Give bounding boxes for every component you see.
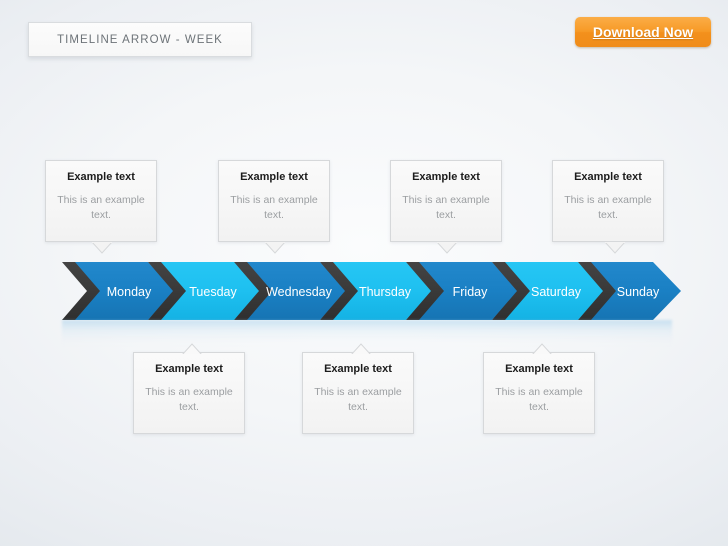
- callout-body: This is an example text.: [495, 386, 583, 413]
- callout-bottom-1[interactable]: Example text This is an example text.: [133, 343, 245, 434]
- callout-heading: Example text: [67, 171, 135, 183]
- callout-bottom-3[interactable]: Example text This is an example text.: [483, 343, 595, 434]
- callout-body: This is an example text.: [145, 386, 233, 413]
- download-now-button[interactable]: Download Now: [575, 17, 711, 47]
- callout-tail-down-icon: [435, 241, 459, 254]
- callout-top-4[interactable]: Example text This is an example text.: [552, 160, 664, 254]
- callout-tail-down-icon: [263, 241, 287, 254]
- callout-heading: Example text: [324, 363, 392, 375]
- slide-title-plate: TIMELINE ARROW - WEEK: [28, 22, 252, 57]
- day-label-saturday: Saturday: [531, 285, 582, 299]
- page-title: TIMELINE ARROW - WEEK: [57, 33, 223, 46]
- callout-heading: Example text: [574, 171, 642, 183]
- day-label-sunday: Sunday: [617, 285, 660, 299]
- callout-top-2[interactable]: Example text This is an example text.: [218, 160, 330, 254]
- callout-tail-up-icon: [530, 342, 554, 356]
- callout-heading: Example text: [412, 171, 480, 183]
- callout-heading: Example text: [155, 363, 223, 375]
- day-label-friday: Friday: [453, 285, 488, 299]
- callout-tail-up-icon: [180, 342, 204, 356]
- callout-heading: Example text: [240, 171, 308, 183]
- callout-top-1[interactable]: Example text This is an example text.: [45, 160, 157, 254]
- callout-tail-down-icon: [603, 241, 627, 254]
- callout-tail-down-icon: [90, 241, 114, 254]
- callout-tail-up-icon: [349, 342, 373, 356]
- day-label-tuesday: Tuesday: [189, 285, 237, 299]
- day-label-monday: Monday: [107, 285, 152, 299]
- day-label-wednesday: Wednesday: [266, 285, 333, 299]
- download-now-label: Download Now: [592, 24, 694, 40]
- callout-body: This is an example text.: [402, 194, 490, 221]
- callout-body: This is an example text.: [564, 194, 652, 221]
- day-label-thursday: Thursday: [359, 285, 412, 299]
- callout-body: This is an example text.: [57, 194, 145, 221]
- callout-body: This is an example text.: [230, 194, 318, 221]
- callout-body: This is an example text.: [314, 386, 402, 413]
- callout-top-3[interactable]: Example text This is an example text.: [390, 160, 502, 254]
- callout-bottom-2[interactable]: Example text This is an example text.: [302, 343, 414, 434]
- callout-heading: Example text: [505, 363, 573, 375]
- slide-canvas: TIMELINE ARROW - WEEK Download Now Examp…: [0, 0, 728, 546]
- timeline-arrow-bar: Monday Tuesday Wednesday Thursday Friday…: [0, 252, 728, 352]
